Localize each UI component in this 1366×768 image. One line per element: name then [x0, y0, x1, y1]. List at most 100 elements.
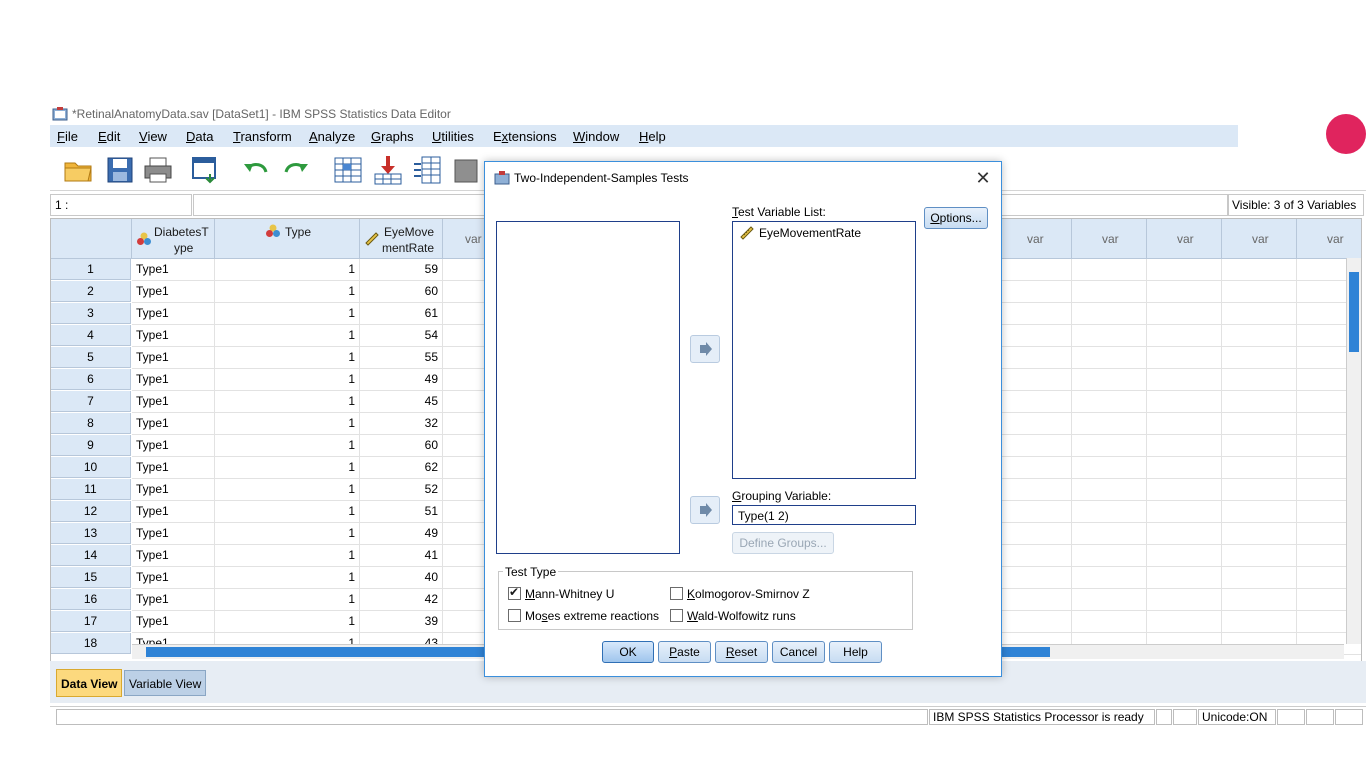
table-cell[interactable]: 51 — [360, 501, 443, 523]
table-cell-empty[interactable] — [1072, 259, 1147, 281]
table-cell[interactable]: 1 — [215, 347, 360, 369]
close-icon[interactable]: ✕ — [973, 168, 993, 188]
table-cell[interactable]: 1 — [215, 259, 360, 281]
paste-button[interactable]: Paste — [658, 641, 711, 663]
menu-graphs[interactable]: Graphs — [371, 129, 414, 144]
table-cell-empty[interactable] — [997, 523, 1072, 545]
table-cell-empty[interactable] — [997, 479, 1072, 501]
undo-icon[interactable] — [240, 154, 272, 186]
table-cell-empty[interactable] — [1147, 589, 1222, 611]
menu-analyze[interactable]: Analyze — [309, 129, 355, 144]
row-header[interactable]: 4 — [51, 325, 131, 346]
table-cell[interactable]: Type1 — [132, 523, 215, 545]
vertical-scrollbar[interactable] — [1346, 258, 1361, 644]
help-button[interactable]: Help — [829, 641, 882, 663]
define-groups-button[interactable]: Define Groups... — [732, 532, 834, 554]
menu-help[interactable]: Help — [639, 129, 666, 144]
table-cell[interactable]: 1 — [215, 523, 360, 545]
variables-icon[interactable] — [412, 154, 444, 186]
column-header[interactable]: Type — [215, 219, 360, 259]
options-button[interactable]: Options... — [924, 207, 988, 229]
table-cell-empty[interactable] — [1147, 413, 1222, 435]
table-cell-empty[interactable] — [1147, 479, 1222, 501]
table-cell[interactable]: 1 — [215, 545, 360, 567]
move-to-grouping-button[interactable] — [690, 496, 720, 524]
row-header[interactable]: 12 — [51, 501, 131, 522]
tab-data-view[interactable]: Data View — [56, 669, 123, 697]
column-header-var[interactable]: var — [1147, 219, 1222, 259]
table-cell[interactable]: 1 — [215, 567, 360, 589]
cancel-button[interactable]: Cancel — [772, 641, 825, 663]
table-cell-empty[interactable] — [1072, 457, 1147, 479]
table-cell-empty[interactable] — [1222, 435, 1297, 457]
table-cell-empty[interactable] — [997, 391, 1072, 413]
table-cell-empty[interactable] — [1072, 325, 1147, 347]
table-cell[interactable]: 1 — [215, 303, 360, 325]
table-cell-empty[interactable] — [997, 545, 1072, 567]
menu-view[interactable]: View — [139, 129, 167, 144]
open-folder-icon[interactable] — [62, 154, 94, 186]
column-header-var[interactable]: var — [1072, 219, 1147, 259]
move-to-test-list-button[interactable] — [690, 335, 720, 363]
menu-file[interactable]: File — [57, 129, 78, 144]
table-cell[interactable]: 1 — [215, 457, 360, 479]
table-cell-empty[interactable] — [1147, 369, 1222, 391]
row-header[interactable]: 2 — [51, 281, 131, 302]
table-cell[interactable]: 1 — [215, 589, 360, 611]
table-cell-empty[interactable] — [997, 435, 1072, 457]
table-cell-empty[interactable] — [1072, 369, 1147, 391]
table-cell[interactable]: 52 — [360, 479, 443, 501]
table-cell-empty[interactable] — [997, 501, 1072, 523]
table-cell-empty[interactable] — [997, 347, 1072, 369]
table-cell-empty[interactable] — [1222, 391, 1297, 413]
table-cell-empty[interactable] — [1072, 413, 1147, 435]
mann-whitney-checkbox[interactable] — [508, 585, 521, 600]
table-cell-empty[interactable] — [997, 303, 1072, 325]
table-cell[interactable]: 1 — [215, 369, 360, 391]
table-cell-empty[interactable] — [1222, 413, 1297, 435]
table-cell-empty[interactable] — [1222, 589, 1297, 611]
table-cell-empty[interactable] — [997, 369, 1072, 391]
table-cell[interactable]: 1 — [215, 413, 360, 435]
column-header[interactable]: EyeMove mentRate — [360, 219, 443, 259]
table-cell-empty[interactable] — [1222, 611, 1297, 633]
table-cell[interactable]: Type1 — [132, 545, 215, 567]
table-cell-empty[interactable] — [1222, 545, 1297, 567]
table-cell-empty[interactable] — [1222, 567, 1297, 589]
table-cell-empty[interactable] — [1072, 501, 1147, 523]
table-cell-empty[interactable] — [997, 281, 1072, 303]
row-header[interactable]: 8 — [51, 413, 131, 434]
table-cell-empty[interactable] — [1147, 545, 1222, 567]
table-cell-empty[interactable] — [1147, 347, 1222, 369]
table-cell[interactable]: 49 — [360, 523, 443, 545]
table-cell[interactable]: 59 — [360, 259, 443, 281]
menu-edit[interactable]: Edit — [98, 129, 120, 144]
table-cell-empty[interactable] — [1072, 435, 1147, 457]
table-cell-empty[interactable] — [1147, 391, 1222, 413]
table-cell-empty[interactable] — [1147, 611, 1222, 633]
goto-case-icon[interactable] — [332, 154, 364, 186]
table-cell[interactable]: 55 — [360, 347, 443, 369]
table-cell-empty[interactable] — [1072, 281, 1147, 303]
table-cell-empty[interactable] — [1147, 523, 1222, 545]
goto-variable-icon[interactable] — [372, 154, 404, 186]
table-cell[interactable]: 39 — [360, 611, 443, 633]
table-cell-empty[interactable] — [1222, 523, 1297, 545]
menu-window[interactable]: Window — [573, 129, 619, 144]
find-icon[interactable] — [452, 154, 484, 186]
table-cell-empty[interactable] — [1147, 567, 1222, 589]
table-cell[interactable]: Type1 — [132, 303, 215, 325]
table-cell-empty[interactable] — [997, 325, 1072, 347]
table-cell-empty[interactable] — [997, 567, 1072, 589]
table-cell-empty[interactable] — [1222, 457, 1297, 479]
table-cell-empty[interactable] — [997, 259, 1072, 281]
column-header-var[interactable]: var — [1297, 219, 1361, 259]
table-cell-empty[interactable] — [1072, 391, 1147, 413]
table-cell[interactable]: 62 — [360, 457, 443, 479]
redo-icon[interactable] — [280, 154, 312, 186]
row-header[interactable]: 5 — [51, 347, 131, 368]
table-cell-empty[interactable] — [997, 589, 1072, 611]
row-header[interactable]: 11 — [51, 479, 131, 500]
source-variable-list[interactable] — [496, 221, 680, 554]
table-cell-empty[interactable] — [1222, 347, 1297, 369]
